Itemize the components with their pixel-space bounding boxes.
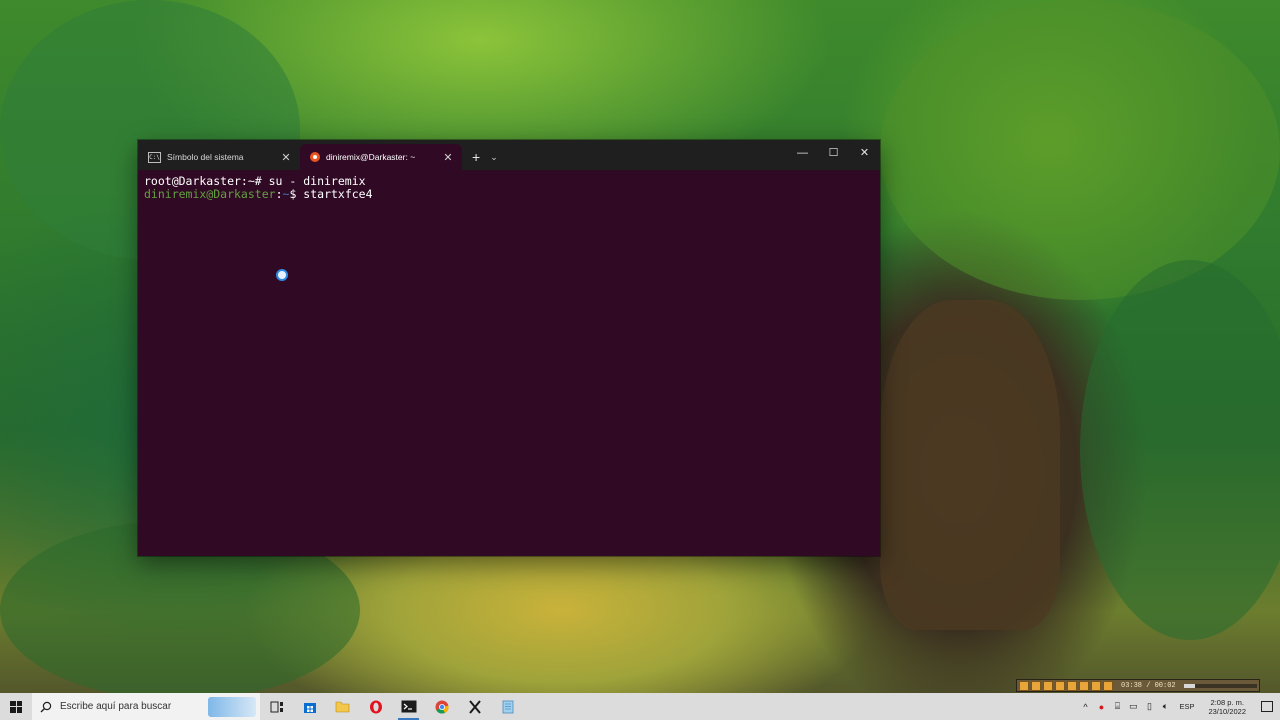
- chevron-down-icon[interactable]: ⌄: [490, 144, 498, 170]
- window-controls: — ☐ ✕: [787, 140, 880, 170]
- media-time: 03:38 / 00:02: [1121, 681, 1176, 690]
- language-indicator[interactable]: ESP: [1173, 702, 1200, 711]
- cmd-icon: C:\: [148, 151, 161, 163]
- opera-button[interactable]: [359, 693, 392, 720]
- search-highlight-image: [208, 696, 256, 717]
- file-explorer-icon: [335, 701, 350, 713]
- media-button[interactable]: [1079, 680, 1089, 691]
- display-icon[interactable]: ▭: [1125, 701, 1141, 712]
- tab-close-icon[interactable]: ✕: [280, 151, 292, 164]
- terminal-window[interactable]: C:\ Símbolo del sistema ✕ diniremix@Dark…: [138, 140, 880, 556]
- store-icon: [303, 702, 316, 713]
- wallpaper-foliage: [1080, 260, 1280, 640]
- file-explorer-button[interactable]: [326, 693, 359, 720]
- terminal-icon: [401, 700, 416, 713]
- notepad-icon: [502, 700, 513, 713]
- title-bar[interactable]: C:\ Símbolo del sistema ✕ diniremix@Dark…: [138, 140, 880, 170]
- media-button[interactable]: [1031, 680, 1041, 691]
- new-tab-button[interactable]: +: [472, 144, 480, 170]
- tab-close-icon[interactable]: ✕: [442, 151, 454, 164]
- store-button[interactable]: [293, 693, 326, 720]
- prompt-separator: :: [275, 187, 283, 201]
- wallpaper-tree-trunk: [880, 300, 1060, 630]
- minimize-button[interactable]: —: [787, 140, 818, 166]
- terminal-output[interactable]: root@Darkaster:~# su - diniremix dinirem…: [138, 170, 880, 206]
- prompt-symbol: $: [289, 187, 304, 201]
- chevron-up-icon[interactable]: ^: [1077, 702, 1093, 712]
- x-app-button[interactable]: [458, 693, 491, 720]
- close-button[interactable]: ✕: [849, 140, 880, 166]
- task-view-icon: [270, 701, 283, 712]
- media-seek-fill: [1183, 683, 1195, 688]
- taskbar: Escribe aquí para buscar ^ ● ⌸ ▭ ▯ 🔈︎ ES…: [0, 693, 1280, 720]
- task-view-button[interactable]: [260, 693, 293, 720]
- clock[interactable]: 2:08 p. m. 23/10/2022: [1200, 698, 1254, 716]
- search-placeholder: Escribe aquí para buscar: [60, 701, 172, 712]
- tab-ubuntu[interactable]: diniremix@Darkaster: ~ ✕: [300, 144, 462, 170]
- command-text: su - diniremix: [268, 174, 366, 188]
- media-button[interactable]: [1103, 680, 1113, 691]
- network-icon[interactable]: ⌸: [1109, 701, 1125, 712]
- busy-cursor-icon: [276, 269, 288, 281]
- notepad-button[interactable]: [491, 693, 524, 720]
- chrome-icon: [435, 700, 449, 714]
- start-button[interactable]: [0, 693, 32, 720]
- tab-title: diniremix@Darkaster: ~: [326, 152, 416, 162]
- clock-date: 23/10/2022: [1208, 706, 1246, 716]
- notification-icon: [1261, 701, 1273, 712]
- search-icon: [40, 701, 52, 712]
- media-button[interactable]: [1091, 680, 1101, 691]
- windows-icon: [10, 700, 22, 713]
- prompt: root@Darkaster:~#: [144, 174, 269, 188]
- ubuntu-icon: [310, 152, 320, 162]
- maximize-button[interactable]: ☐: [818, 140, 849, 166]
- command-text: startxfce4: [303, 187, 373, 201]
- media-seek-bar[interactable]: [1183, 683, 1257, 688]
- battery-icon[interactable]: ▯: [1141, 701, 1157, 712]
- chrome-button[interactable]: [425, 693, 458, 720]
- terminal-line: diniremix@Darkaster:~$ startxfce4: [144, 188, 874, 201]
- notifications-button[interactable]: [1254, 693, 1280, 720]
- media-button[interactable]: [1067, 680, 1077, 691]
- prompt-user: diniremix@Darkaster: [144, 187, 276, 201]
- system-tray: ^ ● ⌸ ▭ ▯ 🔈︎ ESP 2:08 p. m. 23/10/2022: [1077, 693, 1280, 720]
- media-player-bar[interactable]: 03:38 / 00:02: [1016, 679, 1260, 692]
- tab-title: Símbolo del sistema: [167, 152, 244, 162]
- terminal-button[interactable]: [392, 693, 425, 720]
- search-box[interactable]: Escribe aquí para buscar: [32, 693, 260, 720]
- media-button[interactable]: [1019, 680, 1029, 691]
- record-icon[interactable]: ●: [1093, 702, 1109, 712]
- opera-icon: [369, 700, 382, 713]
- media-button[interactable]: [1055, 680, 1065, 691]
- x-app-icon: [468, 699, 481, 714]
- volume-icon[interactable]: 🔈︎: [1157, 701, 1173, 712]
- media-button[interactable]: [1043, 680, 1053, 691]
- wallpaper-foliage: [880, 0, 1280, 300]
- tab-command-prompt[interactable]: C:\ Símbolo del sistema ✕: [138, 144, 300, 170]
- clock-time: 2:08 p. m.: [1210, 697, 1244, 707]
